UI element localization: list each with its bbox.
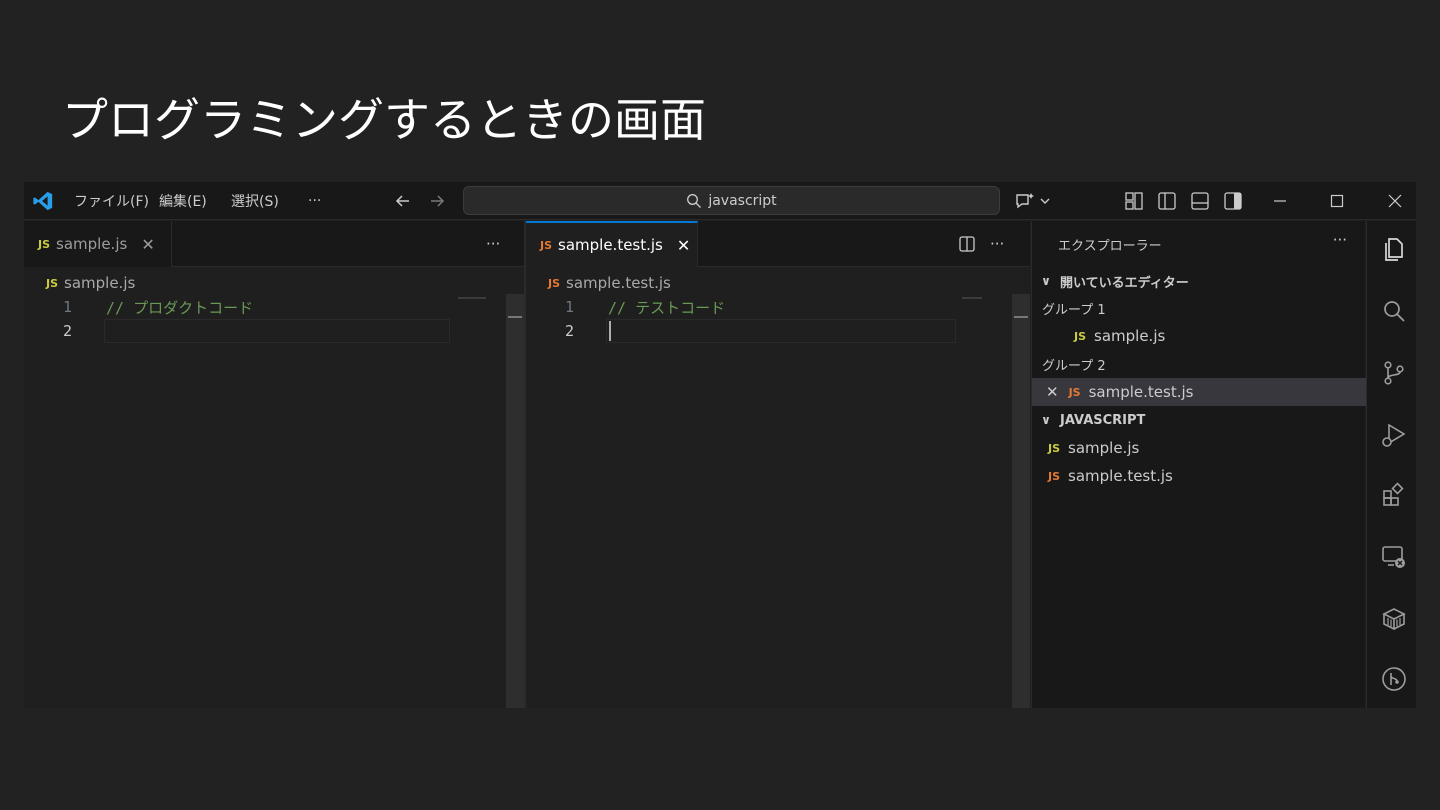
git-graph-icon[interactable] [1380, 665, 1408, 693]
search-icon[interactable] [1380, 297, 1408, 325]
code-line[interactable]: 1 // テストコード [526, 295, 956, 319]
line-number: 1 [564, 298, 574, 316]
explorer-sidebar: エクスプローラー ··· ∨ 開いているエディター グループ 1 JS samp… [1031, 221, 1366, 708]
line-number: 1 [62, 298, 72, 316]
js-file-icon: JS [1068, 385, 1081, 399]
open-editors-group-2[interactable]: グループ 2 [1032, 350, 1366, 378]
more-actions-button[interactable]: ··· [486, 235, 500, 253]
group-label: グループ 2 [1042, 358, 1106, 374]
slide-title: プログラミングするときの画面 [62, 93, 706, 147]
code-line[interactable]: 2 [24, 319, 454, 343]
tab-label: sample.js [56, 235, 128, 253]
remote-explorer-icon[interactable] [1380, 543, 1408, 571]
code-line[interactable]: 2 [526, 319, 956, 343]
folder-label: JAVASCRIPT [1060, 412, 1146, 428]
split-editor-icon[interactable] [958, 235, 976, 253]
file-label: sample.js [1068, 439, 1140, 457]
code-text: // プロダクトコード [106, 298, 254, 317]
close-icon[interactable]: ✕ [677, 236, 690, 255]
menu-edit[interactable]: 編集(E) [159, 182, 207, 220]
close-icon[interactable] [1385, 191, 1405, 211]
copilot-icon[interactable] [1014, 191, 1036, 211]
js-file-icon: JS [540, 238, 553, 252]
search-icon [687, 193, 702, 208]
minimap [458, 297, 486, 299]
breadcrumb-file[interactable]: sample.js [64, 274, 135, 292]
vscode-logo-icon [33, 191, 53, 211]
explorer-icon[interactable] [1380, 236, 1408, 264]
section-label: 開いているエディター [1060, 275, 1189, 291]
toggle-secondary-sidebar-icon[interactable] [1223, 191, 1243, 211]
search-text: javascript [708, 192, 777, 209]
maximize-icon[interactable] [1327, 191, 1347, 211]
text-cursor [609, 321, 611, 341]
folder-section-javascript[interactable]: ∨ JAVASCRIPT [1032, 406, 1366, 434]
breadcrumb: JS sample.test.js [548, 271, 671, 295]
more-actions-button[interactable]: ··· [990, 235, 1004, 253]
run-debug-icon[interactable] [1380, 421, 1408, 449]
open-editor-item-sample-js[interactable]: JS sample.js [1032, 322, 1366, 350]
breadcrumb-file[interactable]: sample.test.js [566, 274, 671, 292]
tab-bar: JS sample.js ✕ ··· [24, 221, 524, 267]
tab-sample-js[interactable]: JS sample.js ✕ [24, 221, 172, 267]
minimap [962, 297, 982, 299]
js-file-icon: JS [1074, 329, 1087, 343]
code-text: // テストコード [608, 298, 726, 317]
menu-file[interactable]: ファイル(F) [74, 182, 149, 220]
js-file-icon: JS [46, 276, 59, 290]
chevron-down-icon: ∨ [1041, 274, 1051, 288]
tab-sample-test-js[interactable]: JS sample.test.js ✕ [526, 221, 698, 267]
file-label: sample.test.js [1068, 467, 1173, 485]
activity-bar [1366, 221, 1416, 708]
editor-group-left: JS sample.js ✕ ··· JS sample.js 1 // プロダ… [24, 221, 524, 708]
file-item-sample-js[interactable]: JS sample.js [1032, 434, 1366, 462]
file-item-sample-test-js[interactable]: JS sample.test.js [1032, 462, 1366, 490]
chevron-down-icon[interactable] [1039, 195, 1051, 207]
file-label: sample.test.js [1088, 383, 1194, 401]
js-file-icon: JS [548, 276, 561, 290]
tab-label: sample.test.js [558, 236, 663, 254]
close-icon[interactable]: ✕ [1046, 383, 1059, 401]
file-label: sample.js [1094, 327, 1166, 345]
open-editors-group-1[interactable]: グループ 1 [1032, 294, 1366, 322]
command-center-search[interactable]: javascript [463, 186, 1000, 215]
line-number: 2 [564, 322, 574, 340]
group-label: グループ 1 [1042, 302, 1106, 318]
extensions-icon[interactable] [1380, 481, 1408, 509]
close-icon[interactable]: ✕ [141, 235, 154, 254]
line-number: 2 [62, 322, 72, 340]
open-editor-item-sample-test-js[interactable]: ✕ JS sample.test.js [1032, 378, 1366, 406]
open-editors-section[interactable]: ∨ 開いているエディター [1032, 267, 1366, 295]
code-line[interactable]: 1 // プロダクトコード [24, 295, 454, 319]
title-bar: ファイル(F) 編集(E) 選択(S) ··· javascript [24, 182, 1416, 220]
vertical-scrollbar[interactable] [1012, 294, 1030, 708]
vertical-scrollbar[interactable] [506, 294, 524, 708]
toggle-primary-sidebar-icon[interactable] [1157, 191, 1177, 211]
scrollbar-thumb[interactable] [1014, 316, 1028, 318]
editor-group-right: JS sample.test.js ✕ ··· JS sample.test.j… [526, 221, 1030, 708]
vscode-window: ファイル(F) 編集(E) 選択(S) ··· javascript JS sa… [24, 182, 1416, 708]
source-control-icon[interactable] [1380, 359, 1408, 387]
scrollbar-thumb[interactable] [508, 316, 522, 318]
js-file-icon: JS [1048, 441, 1061, 455]
js-file-icon: JS [1048, 469, 1061, 483]
containers-icon[interactable] [1380, 605, 1408, 633]
tab-bar: JS sample.test.js ✕ ··· [526, 221, 1030, 267]
breadcrumb: JS sample.js [46, 271, 135, 295]
menu-more[interactable]: ··· [308, 182, 321, 220]
chevron-down-icon: ∨ [1041, 413, 1051, 427]
arrow-right-icon[interactable] [428, 192, 446, 210]
explorer-title: エクスプローラー [1058, 239, 1162, 254]
customize-layout-icon[interactable] [1124, 191, 1144, 211]
toggle-panel-icon[interactable] [1190, 191, 1210, 211]
menu-selection[interactable]: 選択(S) [231, 182, 279, 220]
arrow-left-icon[interactable] [394, 192, 412, 210]
explorer-more-button[interactable]: ··· [1333, 231, 1347, 249]
js-file-icon: JS [38, 237, 51, 251]
minimize-icon[interactable] [1270, 191, 1290, 211]
